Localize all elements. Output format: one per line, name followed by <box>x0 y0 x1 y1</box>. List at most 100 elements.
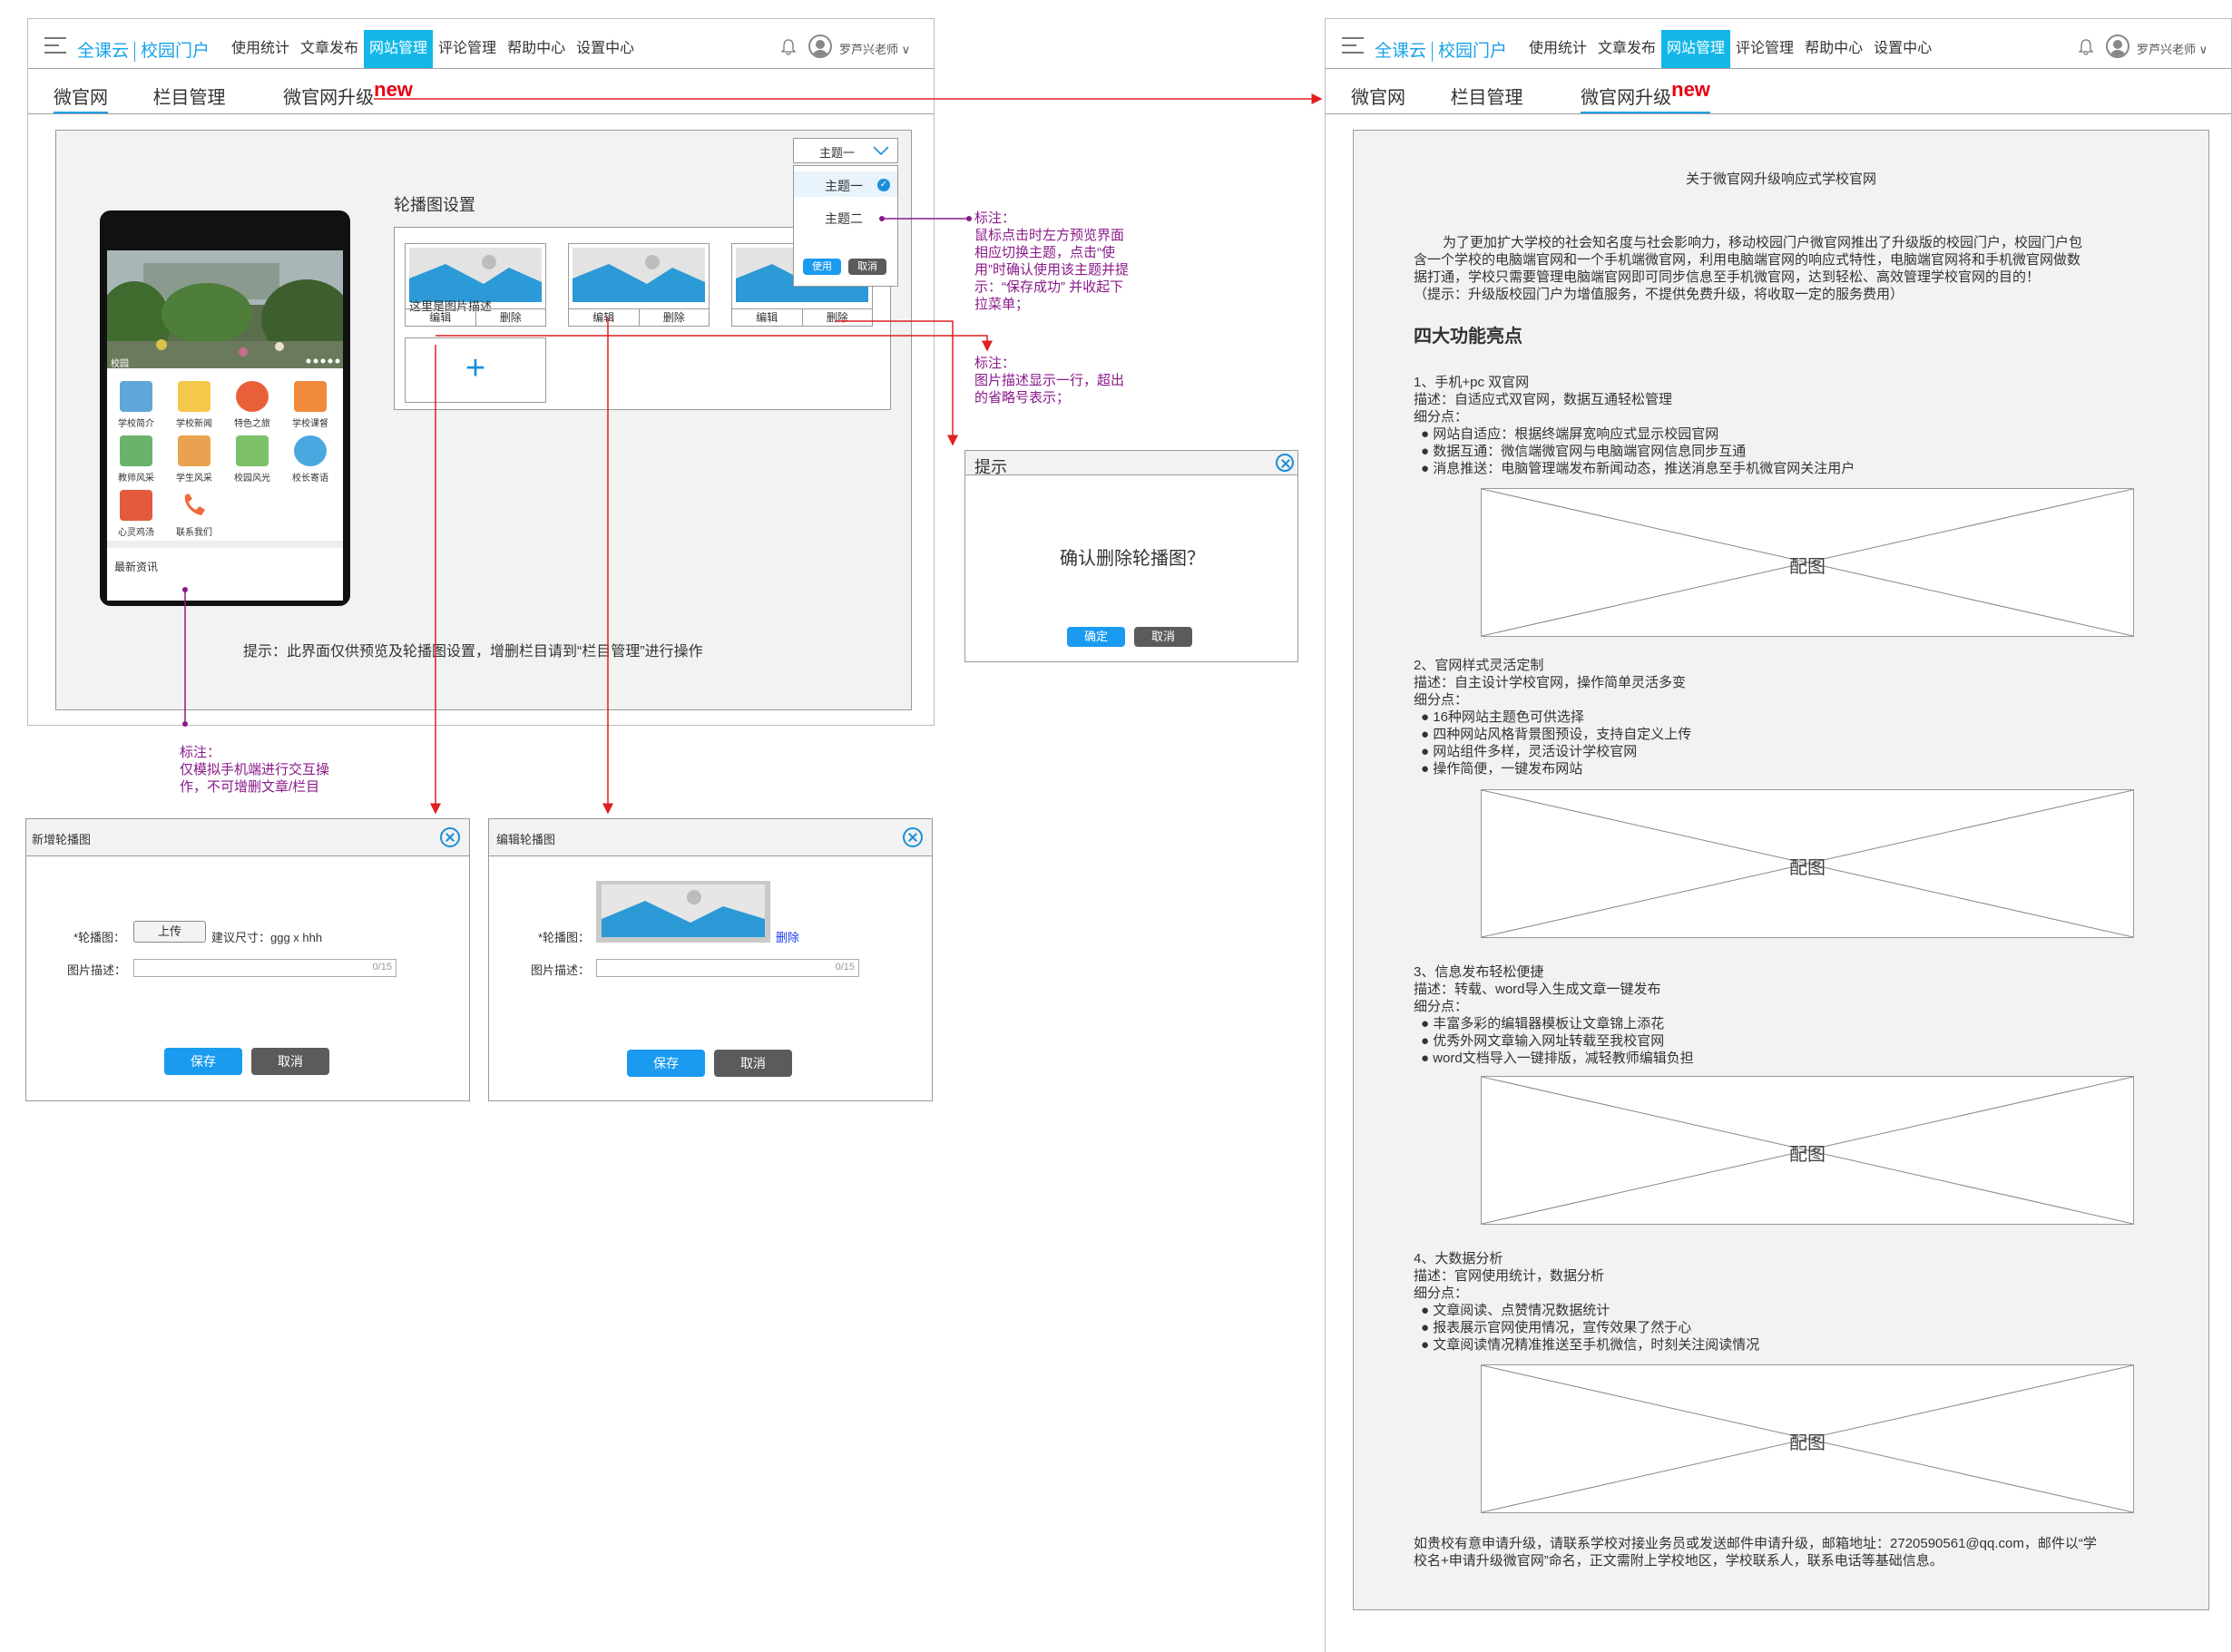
doc-title: 关于微官网升级响应式学校官网 <box>1685 171 1876 187</box>
theme-option-1[interactable]: 主题一 ✓ <box>794 171 897 197</box>
sub-tabs: 微官网 栏目管理 微官网升级new <box>54 78 413 114</box>
nav-article-publish[interactable]: 文章发布 <box>295 30 364 68</box>
tab-micro-site[interactable]: 微官网 <box>1351 88 1405 108</box>
carousel-card[interactable]: 编辑 删除 <box>568 243 710 327</box>
save-button[interactable]: 保存 <box>627 1050 705 1077</box>
menu-icon[interactable] <box>44 37 66 55</box>
tab-micro-site-upgrade[interactable]: 微官网升级new <box>283 78 413 108</box>
sub-tabs: 微官网 栏目管理 微官网升级new <box>1351 78 1710 114</box>
nav-comment-manage[interactable]: 评论管理 <box>433 30 502 68</box>
bell-icon[interactable] <box>781 39 796 55</box>
doc-intro: 为了更加扩大学校的社会知名度与社会影响力，移动校园门户微官网推出了升级版的校园门… <box>1414 235 2083 302</box>
image-label: *轮播图： <box>538 931 591 944</box>
banner-caption: 校园 <box>111 359 129 369</box>
nav-article-publish[interactable]: 文章发布 <box>1592 30 1661 68</box>
menu-icon[interactable] <box>1342 37 1364 55</box>
school-schedule-icon[interactable] <box>294 381 327 412</box>
close-icon[interactable] <box>1276 454 1294 472</box>
tab-column-manage[interactable]: 栏目管理 <box>1451 88 1523 108</box>
brand-portal: 校园门户 <box>141 42 210 61</box>
dialog-title-bar: 编辑轮播图 <box>489 819 932 856</box>
main-nav: 使用统计 文章发布 网站管理 评论管理 帮助中心 设置中心 <box>1523 30 1937 68</box>
feature-2-image: 配图 <box>1481 789 2134 938</box>
delete-button[interactable]: 删除 <box>475 309 546 326</box>
feature-tour-icon[interactable] <box>236 381 269 412</box>
cancel-theme-button[interactable]: 取消 <box>848 259 886 275</box>
image-placeholder-icon[interactable] <box>596 881 770 943</box>
edit-button[interactable]: 编辑 <box>732 309 802 326</box>
save-button[interactable]: 保存 <box>164 1048 242 1075</box>
desc-input[interactable]: 0/15 <box>133 959 396 977</box>
avatar[interactable] <box>2106 34 2129 58</box>
latest-news-label[interactable]: 最新资讯 <box>114 559 158 574</box>
nav-usage-stats[interactable]: 使用统计 <box>1523 30 1592 68</box>
principal-message-icon[interactable] <box>294 435 327 466</box>
phone-banner[interactable] <box>107 250 343 368</box>
nav-settings-center[interactable]: 设置中心 <box>1868 30 1937 68</box>
top-header: 全课云 校园门户 使用统计 文章发布 网站管理 评论管理 帮助中心 设置中心 罗芦… <box>1326 19 2231 75</box>
nav-comment-manage[interactable]: 评论管理 <box>1730 30 1799 68</box>
use-theme-button[interactable]: 使用 <box>803 259 841 275</box>
brand-name: 全课云 <box>1375 42 1427 61</box>
student-icon[interactable] <box>178 435 210 466</box>
desc-label: 图片描述： <box>531 963 591 977</box>
theme-select[interactable]: 主题一 <box>793 138 898 163</box>
brand-portal: 校园门户 <box>1438 42 1508 61</box>
delete-button[interactable]: 删除 <box>801 309 873 326</box>
grid-label: 教师风采 <box>118 474 154 484</box>
user-name[interactable]: 罗芦兴老师 ∨ <box>2137 40 2208 57</box>
edit-button[interactable]: 编辑 <box>569 309 639 326</box>
teacher-icon[interactable] <box>120 435 152 466</box>
image-placeholder-icon <box>409 248 542 302</box>
school-news-icon[interactable] <box>178 381 210 412</box>
desc-input[interactable]: 0/15 <box>596 959 859 977</box>
brand[interactable]: 全课云 校园门户 <box>77 37 210 62</box>
delete-button[interactable]: 删除 <box>638 309 710 326</box>
nav-help-center[interactable]: 帮助中心 <box>1799 30 1868 68</box>
confirm-ok-button[interactable]: 确定 <box>1067 627 1125 647</box>
nav-usage-stats[interactable]: 使用统计 <box>226 30 295 68</box>
bell-icon[interactable] <box>2079 39 2093 55</box>
delete-image-link[interactable]: 删除 <box>776 928 799 945</box>
cancel-button[interactable]: 取消 <box>251 1048 329 1075</box>
add-carousel-button[interactable]: + <box>405 337 546 403</box>
close-icon[interactable] <box>440 827 460 847</box>
brand[interactable]: 全课云 校园门户 <box>1375 37 1507 62</box>
cancel-button[interactable]: 取消 <box>714 1050 792 1077</box>
confirm-cancel-button[interactable]: 取消 <box>1134 627 1192 647</box>
header-divider <box>28 68 934 69</box>
tab-micro-site-upgrade[interactable]: 微官网升级new <box>1581 78 1710 114</box>
theme-option-2[interactable]: 主题二 <box>794 204 897 230</box>
soul-soup-icon[interactable] <box>120 490 152 521</box>
grid-label: 学校课督 <box>292 419 328 429</box>
image-placeholder-icon <box>573 248 705 302</box>
new-badge: new <box>374 78 413 101</box>
upload-button[interactable]: 上传 <box>133 921 206 943</box>
tab-micro-site[interactable]: 微官网 <box>54 88 108 114</box>
grid-label: 心灵鸡汤 <box>118 528 154 538</box>
annotation-theme: 标注： 鼠标点击时左方预览界面 相应切换主题，点击“使 用”时确认使用该主题并提 示：“… <box>974 210 1129 312</box>
school-intro-icon[interactable] <box>120 381 152 412</box>
contact-icon[interactable] <box>178 490 210 521</box>
main-nav: 使用统计 文章发布 网站管理 评论管理 帮助中心 设置中心 <box>226 30 640 68</box>
char-counter: 0/15 <box>835 962 855 973</box>
check-icon: ✓ <box>877 179 890 191</box>
grid-label: 校长寄语 <box>292 474 328 484</box>
dialog-title: 新增轮播图 <box>32 833 92 846</box>
grid-label: 校园风光 <box>234 474 270 484</box>
tab-column-manage[interactable]: 栏目管理 <box>153 88 226 108</box>
nav-site-manage[interactable]: 网站管理 <box>1661 30 1731 68</box>
avatar[interactable] <box>808 34 832 58</box>
doc-footer: 如贵校有意申请升级，请联系学校对接业务员或发送邮件申请升级，邮箱地址：27205… <box>1414 1536 2097 1569</box>
edit-carousel-dialog: 编辑轮播图 *轮播图： 删除 图片描述： 0/15 保存 取消 <box>488 818 933 1101</box>
edit-button[interactable]: 编辑 <box>406 309 475 326</box>
carousel-card[interactable]: 这里是图片描述 编辑 删除 <box>405 243 546 327</box>
image-placeholder-label: 配图 <box>1789 557 1826 577</box>
nav-site-manage[interactable]: 网站管理 <box>364 30 434 68</box>
campus-scenery-icon[interactable] <box>236 435 269 466</box>
user-name[interactable]: 罗芦兴老师 ∨ <box>839 40 910 57</box>
nav-help-center[interactable]: 帮助中心 <box>502 30 571 68</box>
close-icon[interactable] <box>903 827 923 847</box>
nav-settings-center[interactable]: 设置中心 <box>571 30 640 68</box>
confirm-delete-dialog: 提示 确认删除轮播图？ 确定 取消 <box>964 450 1298 662</box>
